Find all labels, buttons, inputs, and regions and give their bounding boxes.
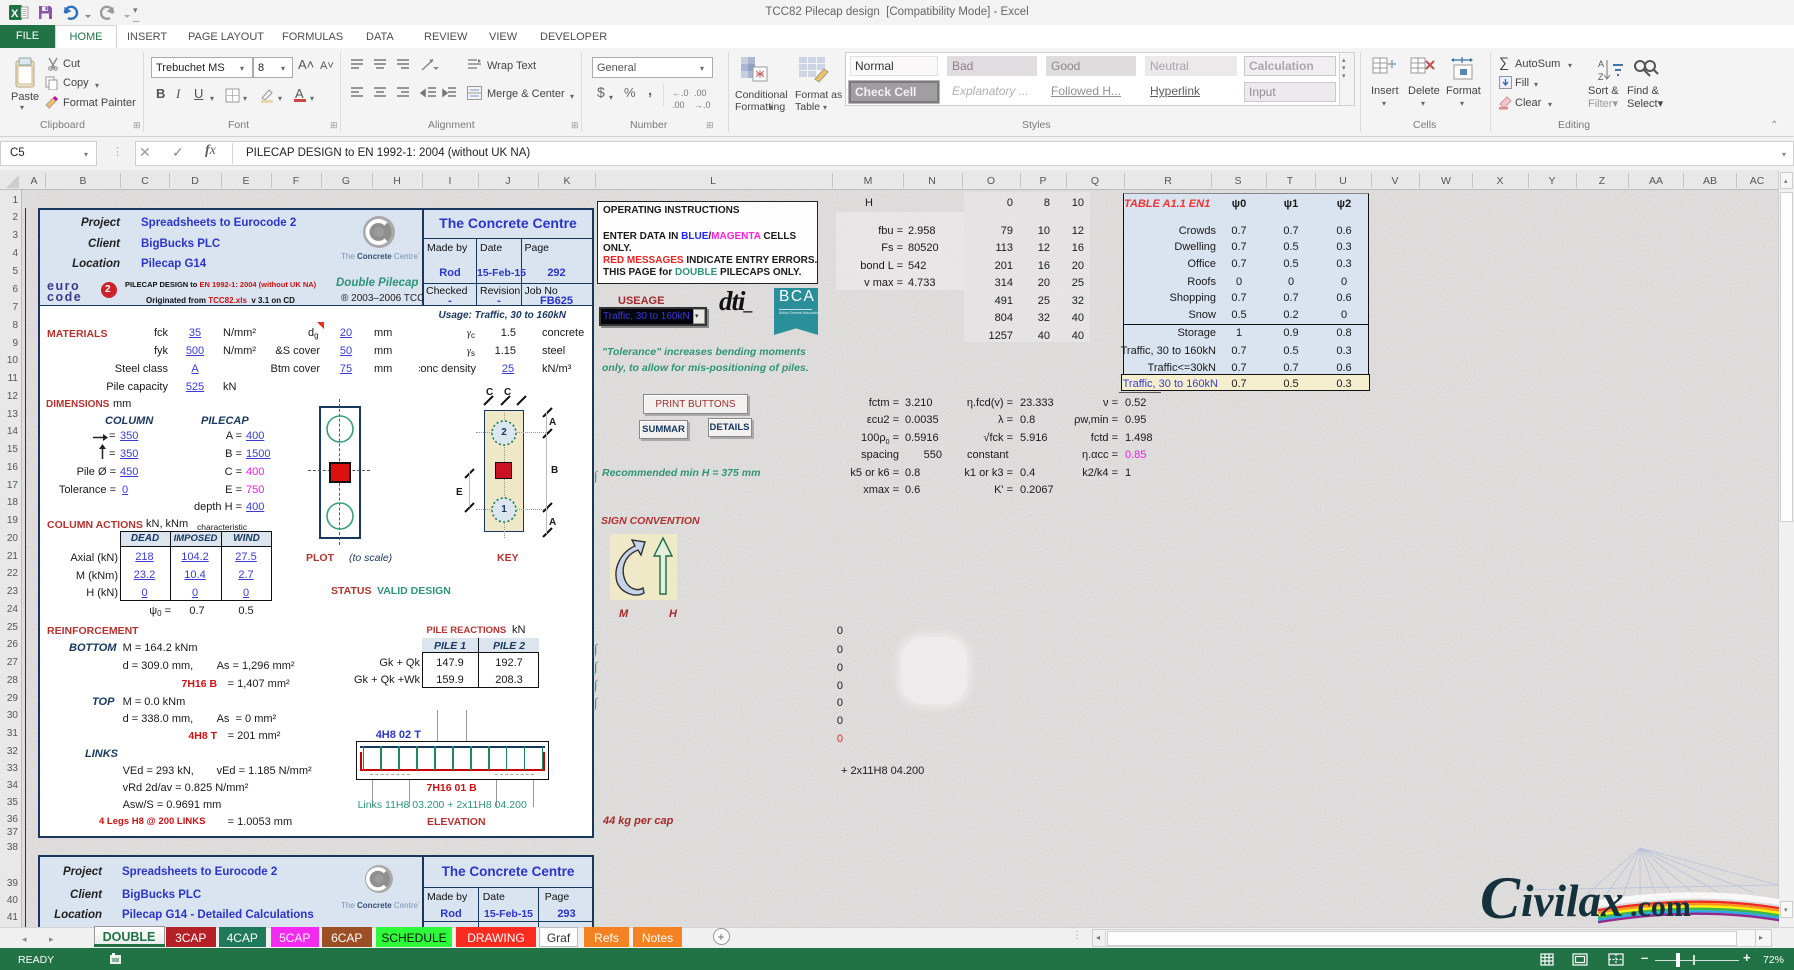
svg-text:C: C	[1480, 865, 1521, 929]
svg-text:ivilax: ivilax	[1521, 876, 1623, 926]
svg-text:A: A	[1598, 59, 1604, 69]
svg-text:.com: .com	[1630, 890, 1691, 923]
svg-text:X: X	[11, 8, 19, 20]
svg-text:Z: Z	[1598, 72, 1604, 82]
